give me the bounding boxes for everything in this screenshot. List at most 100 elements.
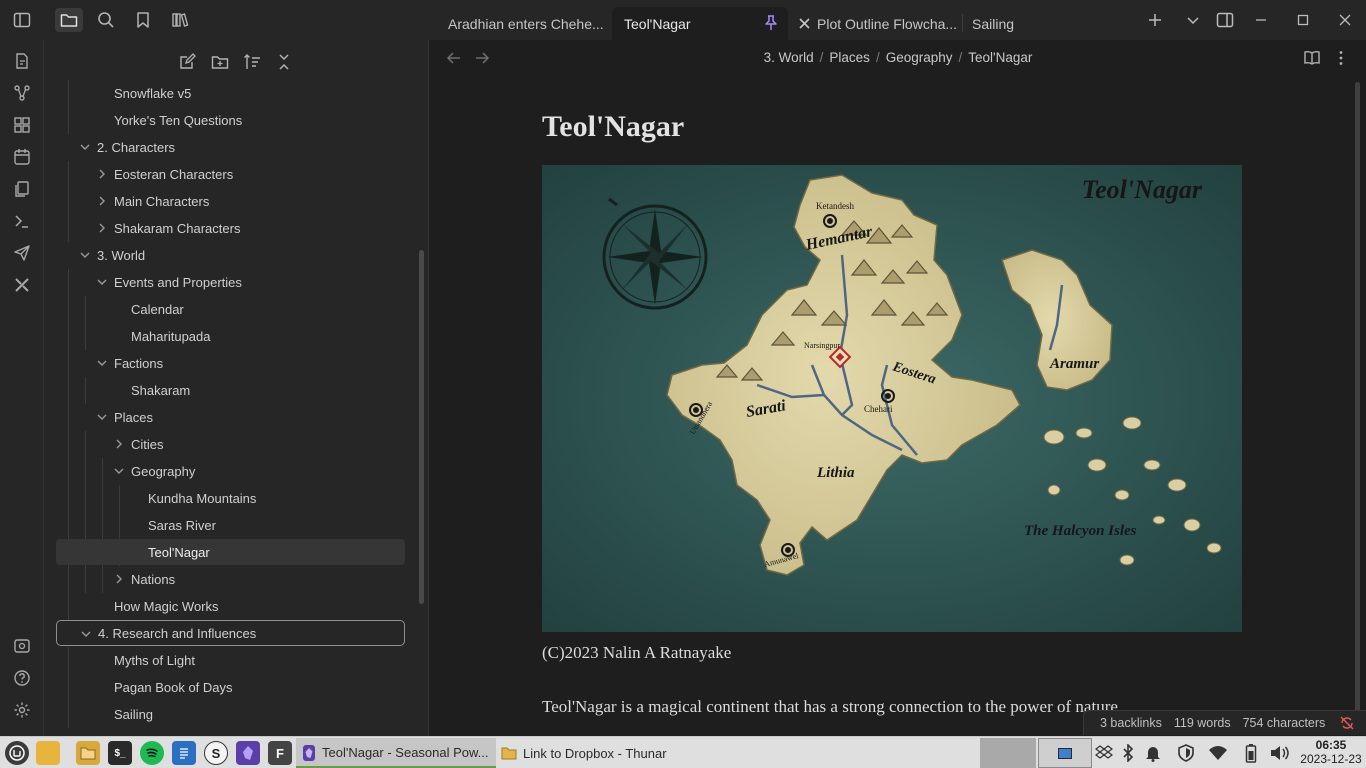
file-copy-icon[interactable]: [11, 50, 33, 72]
battery-icon[interactable]: [1241, 743, 1261, 763]
tree-file-item[interactable]: Teol'Nagar: [56, 539, 405, 565]
breadcrumb-item[interactable]: Places: [829, 50, 870, 65]
calendar-icon[interactable]: [11, 146, 33, 168]
tree-file-item[interactable]: Pagan Book of Days: [56, 674, 405, 700]
sync-disabled-icon[interactable]: [1339, 715, 1355, 731]
tree-folder-item[interactable]: Eosteran Characters: [56, 161, 405, 187]
text-editor-icon[interactable]: [172, 741, 196, 765]
chevron-down-icon[interactable]: [96, 411, 108, 423]
dropbox-icon[interactable]: [1094, 743, 1114, 763]
mint-menu-icon[interactable]: [5, 741, 29, 765]
tree-folder-item[interactable]: 4. Research and Influences: [56, 620, 405, 646]
sidebar-toggle-icon[interactable]: [9, 8, 35, 32]
right-sidebar-toggle-icon[interactable]: [1215, 10, 1235, 30]
chevron-right-icon[interactable]: [96, 222, 108, 234]
maximize-icon[interactable]: [1293, 10, 1313, 30]
tab-label: Aradhian enters Chehe...: [448, 15, 604, 32]
f-app-icon[interactable]: F: [268, 741, 292, 765]
tree-folder-item[interactable]: Main Characters: [56, 188, 405, 214]
breadcrumb-item[interactable]: Geography: [886, 50, 953, 65]
books-icon[interactable]: [167, 8, 193, 32]
canvas-icon[interactable]: [11, 114, 33, 136]
tree-file-item[interactable]: Maharitupada: [56, 323, 405, 349]
new-note-icon[interactable]: [177, 52, 197, 72]
vault-icon[interactable]: [11, 635, 33, 657]
bluetooth-icon[interactable]: [1118, 743, 1138, 763]
shield-icon[interactable]: [1176, 743, 1196, 763]
file-manager-icon[interactable]: [76, 741, 100, 765]
tree-file-item[interactable]: Kundha Mountains: [56, 485, 405, 511]
wifi-icon[interactable]: [1208, 743, 1228, 763]
tools-icon[interactable]: [11, 274, 33, 296]
tree-file-item[interactable]: Calendar: [56, 296, 405, 322]
tree-file-item[interactable]: Saras River: [56, 512, 405, 538]
simplenote-icon[interactable]: S: [204, 741, 228, 765]
editor-scrollbar[interactable]: [1355, 82, 1360, 732]
tab-1[interactable]: Aradhian enters Chehe...: [436, 7, 612, 40]
tree-folder-item[interactable]: 3. World: [56, 242, 405, 268]
tree-folder-item[interactable]: 2. Characters: [56, 134, 405, 160]
workspace-1[interactable]: [980, 738, 1036, 768]
map-label: Chehari: [864, 404, 893, 414]
settings-gear-icon[interactable]: [11, 699, 33, 721]
bookmark-icon[interactable]: [130, 8, 156, 32]
backlinks-count[interactable]: 3 backlinks: [1100, 716, 1162, 730]
chevron-right-icon[interactable]: [96, 195, 108, 207]
close-icon[interactable]: [1335, 10, 1355, 30]
tree-folder-item[interactable]: Shakaram Characters: [56, 215, 405, 241]
tab-list-chevron-down-icon[interactable]: [1183, 10, 1203, 30]
tree-folder-item[interactable]: Events and Properties: [56, 269, 405, 295]
new-folder-icon[interactable]: [210, 52, 230, 72]
chevron-right-icon[interactable]: [113, 438, 125, 450]
tree-file-item[interactable]: How Magic Works: [56, 593, 405, 619]
chevron-down-icon[interactable]: [79, 249, 91, 261]
chevron-down-icon[interactable]: [80, 628, 92, 640]
reading-view-book-icon[interactable]: [1303, 49, 1323, 69]
show-desktop-folder-icon[interactable]: [36, 741, 60, 765]
search-icon[interactable]: [93, 8, 119, 32]
graph-view-icon[interactable]: [11, 82, 33, 104]
tree-file-item[interactable]: Myths of Light: [56, 647, 405, 673]
terminal-icon[interactable]: [11, 210, 33, 232]
taskbar-window-thunar[interactable]: Link to Dropbox - Thunar: [497, 738, 697, 768]
tab-2-active[interactable]: Teol'Nagar: [612, 7, 788, 40]
volume-icon[interactable]: [1270, 743, 1290, 763]
tree-folder-item[interactable]: Nations: [56, 566, 405, 592]
tree-folder-item[interactable]: Cities: [56, 431, 405, 457]
file-explorer-icon[interactable]: [55, 8, 83, 32]
new-tab-icon[interactable]: [1145, 10, 1165, 30]
chevron-right-icon[interactable]: [96, 168, 108, 180]
send-icon[interactable]: [11, 242, 33, 264]
notifications-bell-icon[interactable]: [1143, 743, 1163, 763]
tree-folder-item[interactable]: Places: [56, 404, 405, 430]
templates-icon[interactable]: [11, 178, 33, 200]
pin-icon[interactable]: [764, 15, 778, 31]
taskbar-window-obsidian[interactable]: Teol'Nagar - Seasonal Pow...: [296, 738, 496, 768]
clock[interactable]: 06:35 2023-12-23: [1300, 738, 1362, 766]
breadcrumb-item[interactable]: Teol'Nagar: [968, 50, 1032, 65]
tree-file-item[interactable]: Snowflake v5: [56, 80, 405, 106]
chevron-down-icon[interactable]: [96, 276, 108, 288]
tree-file-item[interactable]: Yorke's Ten Questions: [56, 107, 405, 133]
breadcrumb-item[interactable]: 3. World: [764, 50, 814, 65]
spotify-icon[interactable]: [140, 741, 164, 765]
sidebar-scrollbar[interactable]: [419, 250, 424, 604]
tab-4[interactable]: Sailing: [960, 7, 1080, 40]
obsidian-icon[interactable]: [236, 741, 260, 765]
chevron-right-icon[interactable]: [113, 573, 125, 585]
tree-folder-item[interactable]: Geography: [56, 458, 405, 484]
more-options-icon[interactable]: [1332, 49, 1352, 69]
sort-icon[interactable]: [242, 52, 262, 72]
collapse-all-icon[interactable]: [274, 52, 294, 72]
workspace-2[interactable]: [1038, 738, 1092, 768]
chevron-down-icon[interactable]: [113, 465, 125, 477]
tree-folder-item[interactable]: Factions: [56, 350, 405, 376]
tree-file-item[interactable]: Sailing: [56, 701, 405, 727]
minimize-icon[interactable]: [1251, 10, 1271, 30]
tree-file-item[interactable]: Shakaram: [56, 377, 405, 403]
terminal-app-icon[interactable]: $_: [108, 741, 132, 765]
chevron-down-icon[interactable]: [96, 357, 108, 369]
tab-3[interactable]: Plot Outline Flowcha...: [788, 7, 962, 40]
chevron-down-icon[interactable]: [79, 141, 91, 153]
help-icon[interactable]: [11, 667, 33, 689]
